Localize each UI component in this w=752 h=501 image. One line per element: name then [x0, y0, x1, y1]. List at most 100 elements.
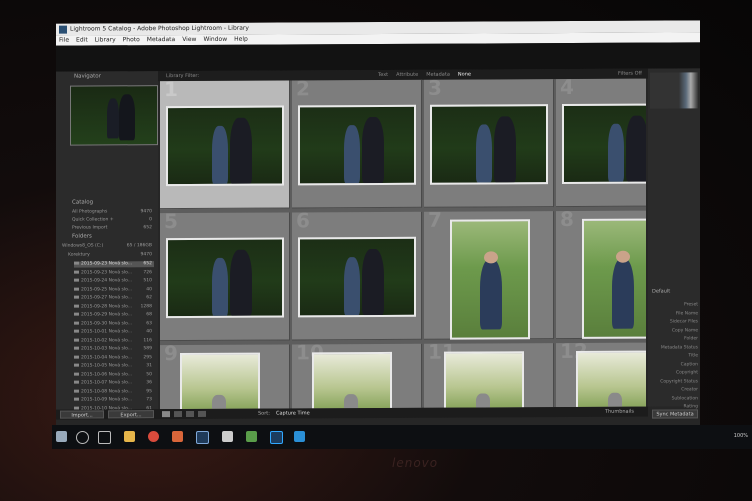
folder-item-count: 68 [146, 312, 152, 318]
folder-item[interactable]: 2015-10-09 Nová slo... 73 [74, 397, 154, 403]
calculator-icon[interactable] [222, 431, 233, 442]
folder-item[interactable]: 2015-09-23 Nová slo... 726 [74, 270, 154, 276]
menu-metadata[interactable]: Metadata [147, 35, 175, 45]
grid-cell[interactable]: 5 [160, 209, 290, 342]
menu-library[interactable]: Library [95, 35, 116, 45]
loupe-view-icon[interactable] [174, 411, 182, 418]
sync-metadata-button[interactable]: Sync Metadata [652, 409, 698, 419]
metadata-field-label: Creator [681, 387, 698, 393]
photos-icon[interactable] [172, 431, 183, 442]
chrome-icon[interactable] [148, 431, 159, 442]
folder-item[interactable]: 2015-10-07 Nová slo... 36 [74, 380, 154, 386]
grid-cell[interactable]: 9 [160, 341, 290, 410]
right-panel: Default Preset File Name Sidecar Files Copy… [648, 68, 700, 409]
folder-item[interactable]: 2015-09-27 Nová slo... 62 [74, 295, 154, 301]
catalog-item[interactable]: Previous Import 652 [72, 225, 154, 231]
navigator-preview[interactable] [70, 85, 158, 146]
folders-header[interactable]: Folders [72, 233, 92, 239]
menu-photo[interactable]: Photo [123, 35, 140, 45]
teamviewer-icon[interactable] [294, 431, 305, 442]
catalog-header[interactable]: Catalog [72, 199, 93, 205]
filter-tab-metadata[interactable]: Metadata [426, 70, 450, 80]
folder-item[interactable]: 2015-09-23 Nová slo... 652 [74, 261, 154, 268]
grid-cell[interactable]: 11 [424, 340, 554, 410]
menu-view[interactable]: View [182, 35, 196, 45]
photo-thumbnail[interactable] [180, 352, 260, 410]
app-icon[interactable] [246, 431, 257, 442]
photo-thumbnail[interactable] [450, 219, 530, 340]
windows-taskbar: 100% [52, 425, 752, 449]
folder-item[interactable]: 2015-09-25 Nová slo... 40 [74, 287, 154, 293]
grid-cell[interactable]: 2 [292, 79, 422, 209]
start-icon[interactable] [56, 431, 67, 442]
export-button[interactable]: Export... [108, 410, 154, 419]
photo-thumbnail[interactable] [298, 104, 416, 186]
grid-cell[interactable]: 6 [292, 208, 422, 341]
menu-edit[interactable]: Edit [76, 36, 88, 46]
photo-thumbnail[interactable] [444, 351, 524, 410]
search-icon[interactable] [76, 431, 89, 444]
grid-cell[interactable]: 1 [160, 79, 290, 210]
photo-thumbnail[interactable] [166, 105, 284, 187]
battery-indicator[interactable]: 100% [734, 433, 748, 439]
menu-help[interactable]: Help [234, 35, 248, 45]
folder-item[interactable]: 2015-10-05 Nová slo... 31 [74, 363, 154, 369]
folder-item[interactable]: 2015-09-28 Nová slo... 1288 [74, 304, 154, 310]
folder-item[interactable]: 2015-10-04 Nová slo... 295 [74, 355, 154, 361]
window-title: Lightroom 5 Catalog - Adobe Photoshop Li… [70, 24, 249, 33]
file-explorer-icon[interactable] [124, 431, 135, 442]
photo-thumbnail[interactable] [312, 351, 392, 410]
photoshop-icon[interactable] [270, 431, 283, 444]
photo-thumbnail[interactable] [562, 103, 646, 185]
grid-view-icon[interactable] [162, 411, 170, 418]
photo-subject [362, 116, 384, 184]
filter-tab-none[interactable]: None [458, 70, 471, 80]
grid-cell[interactable]: 12 [556, 339, 646, 410]
navigator-header[interactable]: Navigator [74, 73, 101, 79]
photo-thumbnail[interactable] [298, 236, 416, 318]
folder-item[interactable]: 2015-09-30 Nová slo... 63 [74, 321, 154, 327]
folder-icon [74, 329, 79, 333]
filters-off-label[interactable]: Filters Off [618, 69, 642, 79]
folder-item-label: 2015-09-23 Nová slo... [81, 261, 133, 267]
photo-thumbnail[interactable] [576, 350, 646, 410]
folder-item[interactable]: 2015-10-06 Nová slo... 50 [74, 372, 154, 378]
task-view-icon[interactable] [98, 431, 111, 444]
photo-thumbnail[interactable] [430, 104, 548, 185]
folder-item-count: 50 [146, 371, 152, 377]
folder-item-count: 116 [143, 337, 152, 343]
metadata-preset[interactable]: Default [652, 288, 670, 294]
metadata-field-label: Caption [680, 361, 698, 367]
folder-item-label: 2015-10-06 Nová slo... [81, 371, 133, 378]
folder-item[interactable]: 2015-10-08 Nová slo... 95 [74, 389, 154, 395]
grid-cell[interactable]: 3 [424, 79, 554, 208]
folder-item-label: 2015-10-03 Nová slo... [81, 346, 133, 352]
metadata-field-label: Sidecar Files [669, 319, 698, 325]
grid-cell[interactable]: 7 [424, 208, 554, 340]
folder-item[interactable]: 2015-09-24 Nová slo... 510 [74, 278, 154, 284]
grid-cell[interactable]: 8 [556, 207, 646, 340]
photo-subject [230, 249, 252, 316]
volume-row[interactable]: Windows8_OS (C:) 65 / 186GB [62, 243, 154, 249]
lightroom-taskbar-icon[interactable] [196, 431, 209, 444]
compare-view-icon[interactable] [186, 410, 194, 418]
catalog-item[interactable]: All Photographs 9470 [72, 209, 154, 215]
catalog-item[interactable]: Quick Collection + 0 [72, 217, 154, 223]
folder-root[interactable]: Korektury 9470 [68, 252, 154, 258]
lenovo-logo: lenovo [392, 456, 439, 470]
photo-thumbnail[interactable] [166, 237, 284, 319]
grid-cell[interactable]: 4 [556, 78, 646, 208]
folder-item[interactable]: 2015-10-01 Nová slo... 40 [74, 329, 154, 335]
filter-tab-attribute[interactable]: Attribute [396, 70, 418, 80]
sort-select[interactable]: Capture Time [276, 408, 310, 418]
photo-thumbnail[interactable] [582, 218, 646, 339]
folder-item[interactable]: 2015-10-02 Nová slo... 116 [74, 338, 154, 344]
folder-item[interactable]: 2015-09-29 Nová slo... 68 [74, 312, 154, 318]
import-button[interactable]: Import... [60, 410, 104, 419]
menu-file[interactable]: File [59, 36, 69, 46]
filter-tab-text[interactable]: Text [378, 70, 388, 80]
survey-view-icon[interactable] [198, 410, 206, 417]
menu-window[interactable]: Window [203, 35, 227, 45]
grid-cell[interactable]: 10 [292, 340, 422, 410]
folder-item[interactable]: 2015-10-03 Nová slo... 589 [74, 346, 154, 352]
